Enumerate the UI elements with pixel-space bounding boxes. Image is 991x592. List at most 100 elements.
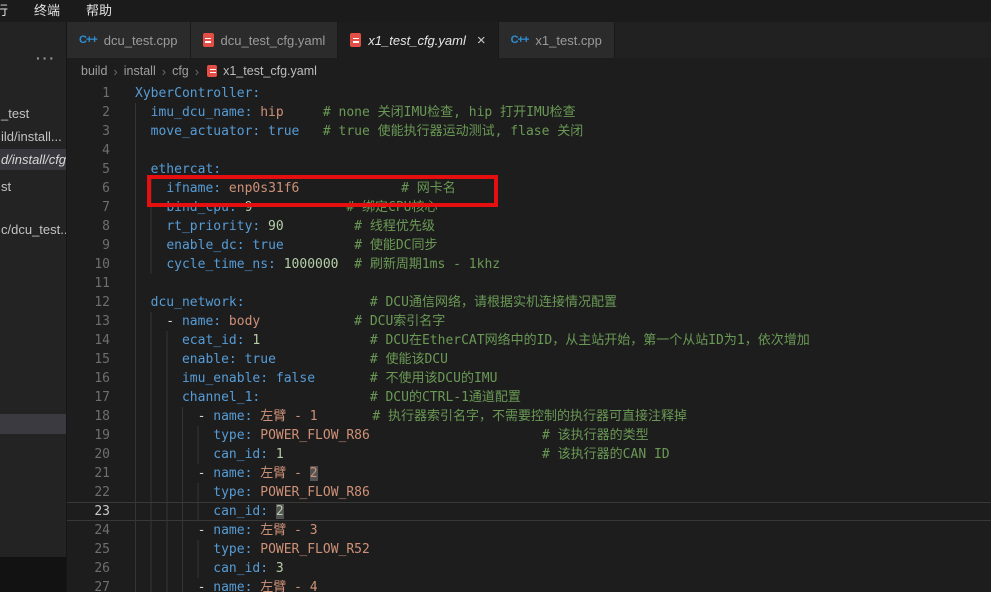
code-line: 9 enable_dc: true # 使能DC同步 (67, 236, 991, 255)
token-num: 3 (268, 561, 284, 576)
token-key: imu_dcu_name: (151, 105, 253, 120)
code-text: cycle_time_ns: 1000000 # 刷新周期1ms - 1khz (110, 255, 991, 274)
code-text: move_actuator: true # true 使能执行器运动测试, fl… (110, 122, 991, 141)
token-key: rt_priority: (166, 219, 260, 234)
tab-x1_test_cfg.yaml[interactable]: x1_test_cfg.yaml× (338, 22, 498, 58)
token-key: enable: (182, 352, 237, 367)
code-text: - name: 左臂 - 3 (110, 521, 991, 540)
tab-dcu_test.cpp[interactable]: C++dcu_test.cpp (67, 22, 191, 58)
line-number: 19 (67, 426, 110, 445)
close-icon[interactable]: × (477, 33, 486, 48)
sidebar-list-item[interactable]: ild/install... (0, 126, 66, 147)
code-line: 12 dcu_network: # DCU通信网络，请根据实机连接情况配置 (67, 293, 991, 312)
code-line: 7 bind_cpu: 9 # 绑定CPU核心 (67, 198, 991, 217)
token-pun (260, 314, 354, 329)
token-key: move_actuator: (151, 124, 261, 139)
token-pun (284, 238, 354, 253)
breadcrumb-file[interactable]: x1_test_cfg.yaml (223, 64, 317, 78)
sidebar-list-item[interactable]: st (0, 176, 66, 197)
indent-guide (135, 350, 180, 369)
code-text: type: POWER_FLOW_R86 (110, 483, 991, 502)
code-tokens: dcu_network: # DCU通信网络，请根据实机连接情况配置 (135, 295, 617, 310)
token-str: 左臂 - 4 (252, 580, 317, 592)
breadcrumb-segment[interactable]: cfg (172, 64, 189, 78)
indent-guide (135, 103, 149, 122)
code-text: type: POWER_FLOW_R86 # 该执行器的类型 (110, 426, 991, 445)
code-line: 22 type: POWER_FLOW_R86 (67, 483, 991, 502)
line-number: 14 (67, 331, 110, 350)
indent-guide (135, 407, 196, 426)
sidebar-list-item[interactable]: _test (0, 103, 66, 124)
code-tokens: channel_1: # DCU的CTRL-1通道配置 (135, 390, 521, 405)
token-key: bind_cpu: (166, 200, 236, 215)
line-number: 3 (67, 122, 110, 141)
indent-guide (135, 141, 149, 160)
menu-item[interactable]: 终端 (34, 0, 60, 22)
token-strh: 2 (310, 466, 318, 481)
more-actions-icon[interactable]: ··· (36, 50, 56, 66)
code-line: 17 channel_1: # DCU的CTRL-1通道配置 (67, 388, 991, 407)
yaml-file-icon (350, 33, 361, 47)
token-str: 左臂 - 3 (252, 523, 317, 538)
line-number: 23 (67, 502, 110, 521)
token-pun (284, 219, 354, 234)
token-cmt: # 使能该DCU (370, 352, 448, 367)
line-number: 17 (67, 388, 110, 407)
token-key: name: (213, 580, 252, 592)
line-number: 6 (67, 179, 110, 198)
token-key: name: (213, 466, 252, 481)
tab-label: x1_test.cpp (535, 33, 602, 48)
token-cmt: # none 关闭IMU检查, hip 打开IMU检查 (323, 105, 576, 120)
token-cmt: # 网卡名 (401, 181, 456, 196)
token-pun (370, 428, 542, 443)
code-line: 27 - name: 左臂 - 4 (67, 578, 991, 592)
line-number: 10 (67, 255, 110, 274)
code-tokens: cycle_time_ns: 1000000 # 刷新周期1ms - 1khz (135, 257, 500, 272)
menu-item[interactable]: 行 (0, 0, 8, 22)
token-pun (299, 124, 322, 139)
code-text: - name: 左臂 - 1 # 执行器索引名字，不需要控制的执行器可直接注释掉 (110, 407, 991, 426)
code-line: 25 type: POWER_FLOW_R52 (67, 540, 991, 559)
token-pun (276, 352, 370, 367)
token-key: type: (213, 485, 252, 500)
indent-guide (135, 426, 211, 445)
code-editor[interactable]: 1XyberController:2 imu_dcu_name: hip # n… (67, 84, 991, 592)
indent-guide (135, 160, 149, 179)
code-text: can_id: 3 (110, 559, 991, 578)
sidebar-list-item[interactable]: c/dcu_test... (0, 219, 66, 240)
line-number: 21 (67, 464, 110, 483)
code-tokens: imu_dcu_name: hip # none 关闭IMU检查, hip 打开… (135, 105, 576, 120)
code-tokens: bind_cpu: 9 # 绑定CPU核心 (135, 200, 437, 215)
tab-x1_test.cpp[interactable]: C++x1_test.cpp (499, 22, 615, 58)
token-key: type: (213, 542, 252, 557)
code-text: can_id: 1 # 该执行器的CAN ID (110, 445, 991, 464)
indent-guide (135, 179, 164, 198)
indent-guide (135, 502, 211, 521)
sidebar-list-item[interactable]: d/install/cfg (0, 149, 66, 170)
token-bool: true (260, 124, 299, 139)
token-cmt: # 绑定CPU核心 (346, 200, 437, 215)
token-str: 左臂 - 1 (252, 409, 317, 424)
line-number: 20 (67, 445, 110, 464)
sidebar-panel: ··· _testild/install...d/install/cfg st c/… (0, 22, 67, 592)
code-text: imu_dcu_name: hip # none 关闭IMU检查, hip 打开… (110, 103, 991, 122)
menu-item[interactable]: 帮助 (86, 0, 112, 22)
token-num: 90 (260, 219, 283, 234)
tab-dcu_test_cfg.yaml[interactable]: dcu_test_cfg.yaml (191, 22, 339, 58)
breadcrumb-segment[interactable]: build (81, 64, 107, 78)
indent-guide (135, 483, 211, 502)
indent-guide (135, 217, 164, 236)
token-num: 1000000 (276, 257, 339, 272)
line-number: 18 (67, 407, 110, 426)
token-cmt: # 不使用该DCU的IMU (370, 371, 498, 386)
code-tokens: XyberController: (135, 86, 260, 101)
code-text: type: POWER_FLOW_R52 (110, 540, 991, 559)
chevron-right-icon: › (113, 64, 117, 79)
breadcrumb-segment[interactable]: install (124, 64, 156, 78)
code-tokens: enable: true # 使能该DCU (135, 352, 448, 367)
line-number: 13 (67, 312, 110, 331)
code-text: bind_cpu: 9 # 绑定CPU核心 (110, 198, 991, 217)
line-number: 7 (67, 198, 110, 217)
code-tokens: imu_enable: false # 不使用该DCU的IMU (135, 371, 497, 386)
indent-guide (135, 198, 164, 217)
